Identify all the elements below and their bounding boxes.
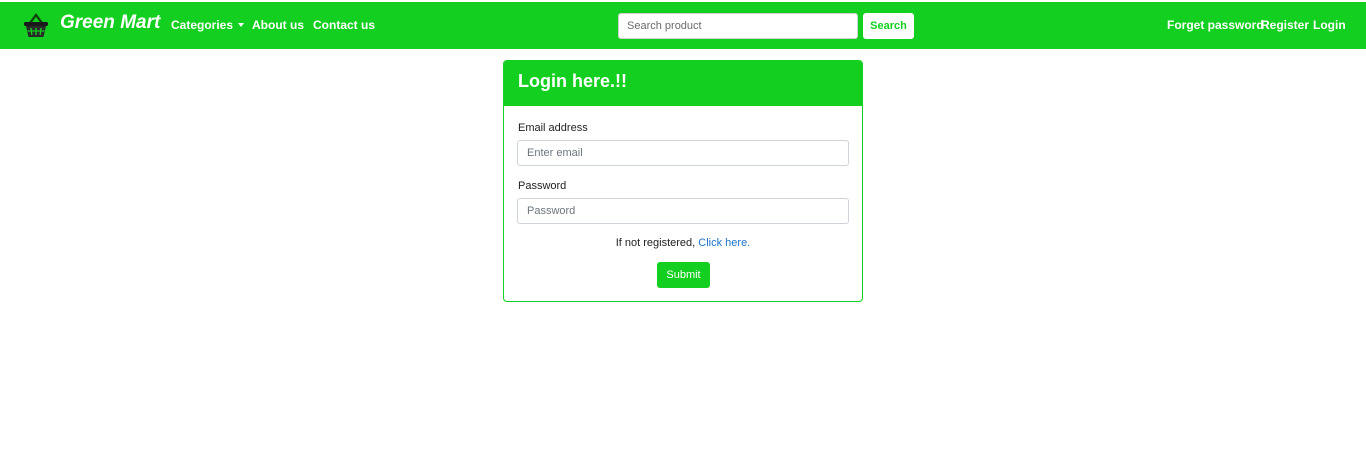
nav-register-link[interactable]: Register [1261,18,1309,32]
search-button[interactable]: Search [863,13,914,39]
nav-contact-link[interactable]: Contact us [313,18,375,32]
nav-login-link[interactable]: Login [1313,18,1346,32]
nav-forget-password-link[interactable]: Forget password [1167,18,1264,32]
password-field[interactable] [517,198,849,224]
chevron-down-icon [238,23,245,27]
login-card: Login here.!! Email address Password If … [503,60,863,302]
submit-button[interactable]: Submit [657,262,710,288]
search-input[interactable] [618,13,858,39]
login-card-header: Login here.!! [504,61,862,106]
login-title: Login here.!! [518,71,627,91]
nav-categories-label: Categories [171,18,234,32]
nav-categories-dropdown[interactable]: Categories [171,18,245,32]
email-label: Email address [518,122,588,134]
nav-about-link[interactable]: About us [252,18,304,32]
brand-name[interactable]: Green Mart [60,12,160,34]
register-link[interactable]: Click here. [698,237,750,249]
register-prompt-text: If not registered, [615,237,699,249]
password-label: Password [518,180,567,192]
email-field[interactable] [517,140,849,166]
basket-icon[interactable] [22,11,50,39]
register-prompt: If not registered, Click here. [504,237,862,249]
top-navbar: Green Mart Categories About us Contact u… [0,2,1366,49]
